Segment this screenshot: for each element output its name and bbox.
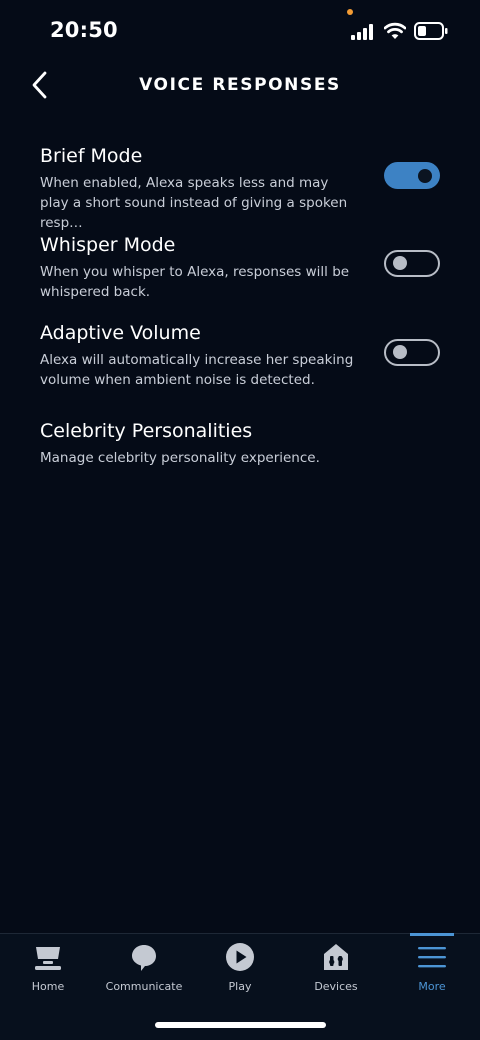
tab-label: Devices	[314, 980, 358, 993]
devices-house-icon	[324, 944, 348, 970]
home-icon	[35, 947, 61, 970]
setting-description: Alexa will automatically increase her sp…	[40, 352, 354, 388]
setting-description: When you whisper to Alexa, responses wil…	[40, 264, 350, 300]
setting-title: Whisper Mode	[40, 234, 176, 256]
setting-whisper-mode[interactable]: Whisper Mode When you whisper to Alexa, …	[40, 233, 440, 302]
toggle-knob	[393, 345, 407, 359]
setting-brief-mode[interactable]: Brief Mode When enabled, Alexa speaks le…	[40, 144, 440, 233]
page-title: VOICE RESPONSES	[139, 75, 341, 95]
setting-title: Adaptive Volume	[40, 322, 201, 344]
header: VOICE RESPONSES	[0, 60, 480, 112]
setting-title: Celebrity Personalities	[40, 420, 253, 442]
setting-title: Brief Mode	[40, 145, 143, 167]
brief-mode-toggle[interactable]	[384, 162, 440, 189]
cellular-signal-icon	[351, 24, 373, 40]
wifi-icon	[384, 22, 406, 39]
adaptive-volume-toggle[interactable]	[384, 339, 440, 366]
play-icon	[226, 943, 254, 971]
setting-description: Manage celebrity personality experience.	[40, 450, 320, 466]
toggle-knob	[418, 168, 432, 183]
status-time: 20:50	[50, 18, 118, 42]
tab-home[interactable]: Home	[0, 934, 96, 1006]
status-bar: 20:50	[0, 0, 480, 60]
setting-description: When enabled, Alexa speaks less and may …	[40, 175, 348, 231]
tab-play[interactable]: Play	[192, 934, 288, 1006]
battery-icon	[414, 22, 448, 40]
tab-more[interactable]: More	[384, 934, 480, 1006]
privacy-indicator-dot	[347, 9, 353, 15]
menu-icon	[418, 947, 446, 968]
speech-bubble-icon	[132, 945, 156, 971]
toggle-knob	[393, 256, 407, 270]
tab-label: Communicate	[105, 980, 183, 993]
home-indicator[interactable]	[155, 1022, 326, 1028]
tab-communicate[interactable]: Communicate	[96, 934, 192, 1006]
setting-adaptive-volume[interactable]: Adaptive Volume Alexa will automatically…	[40, 321, 440, 390]
setting-celebrity-personalities[interactable]: Celebrity Personalities Manage celebrity…	[40, 419, 440, 468]
tab-label: Play	[228, 980, 252, 993]
whisper-mode-toggle[interactable]	[384, 250, 440, 277]
tab-label: More	[418, 980, 446, 993]
tab-label: Home	[31, 980, 65, 993]
tab-devices[interactable]: Devices	[288, 934, 384, 1006]
